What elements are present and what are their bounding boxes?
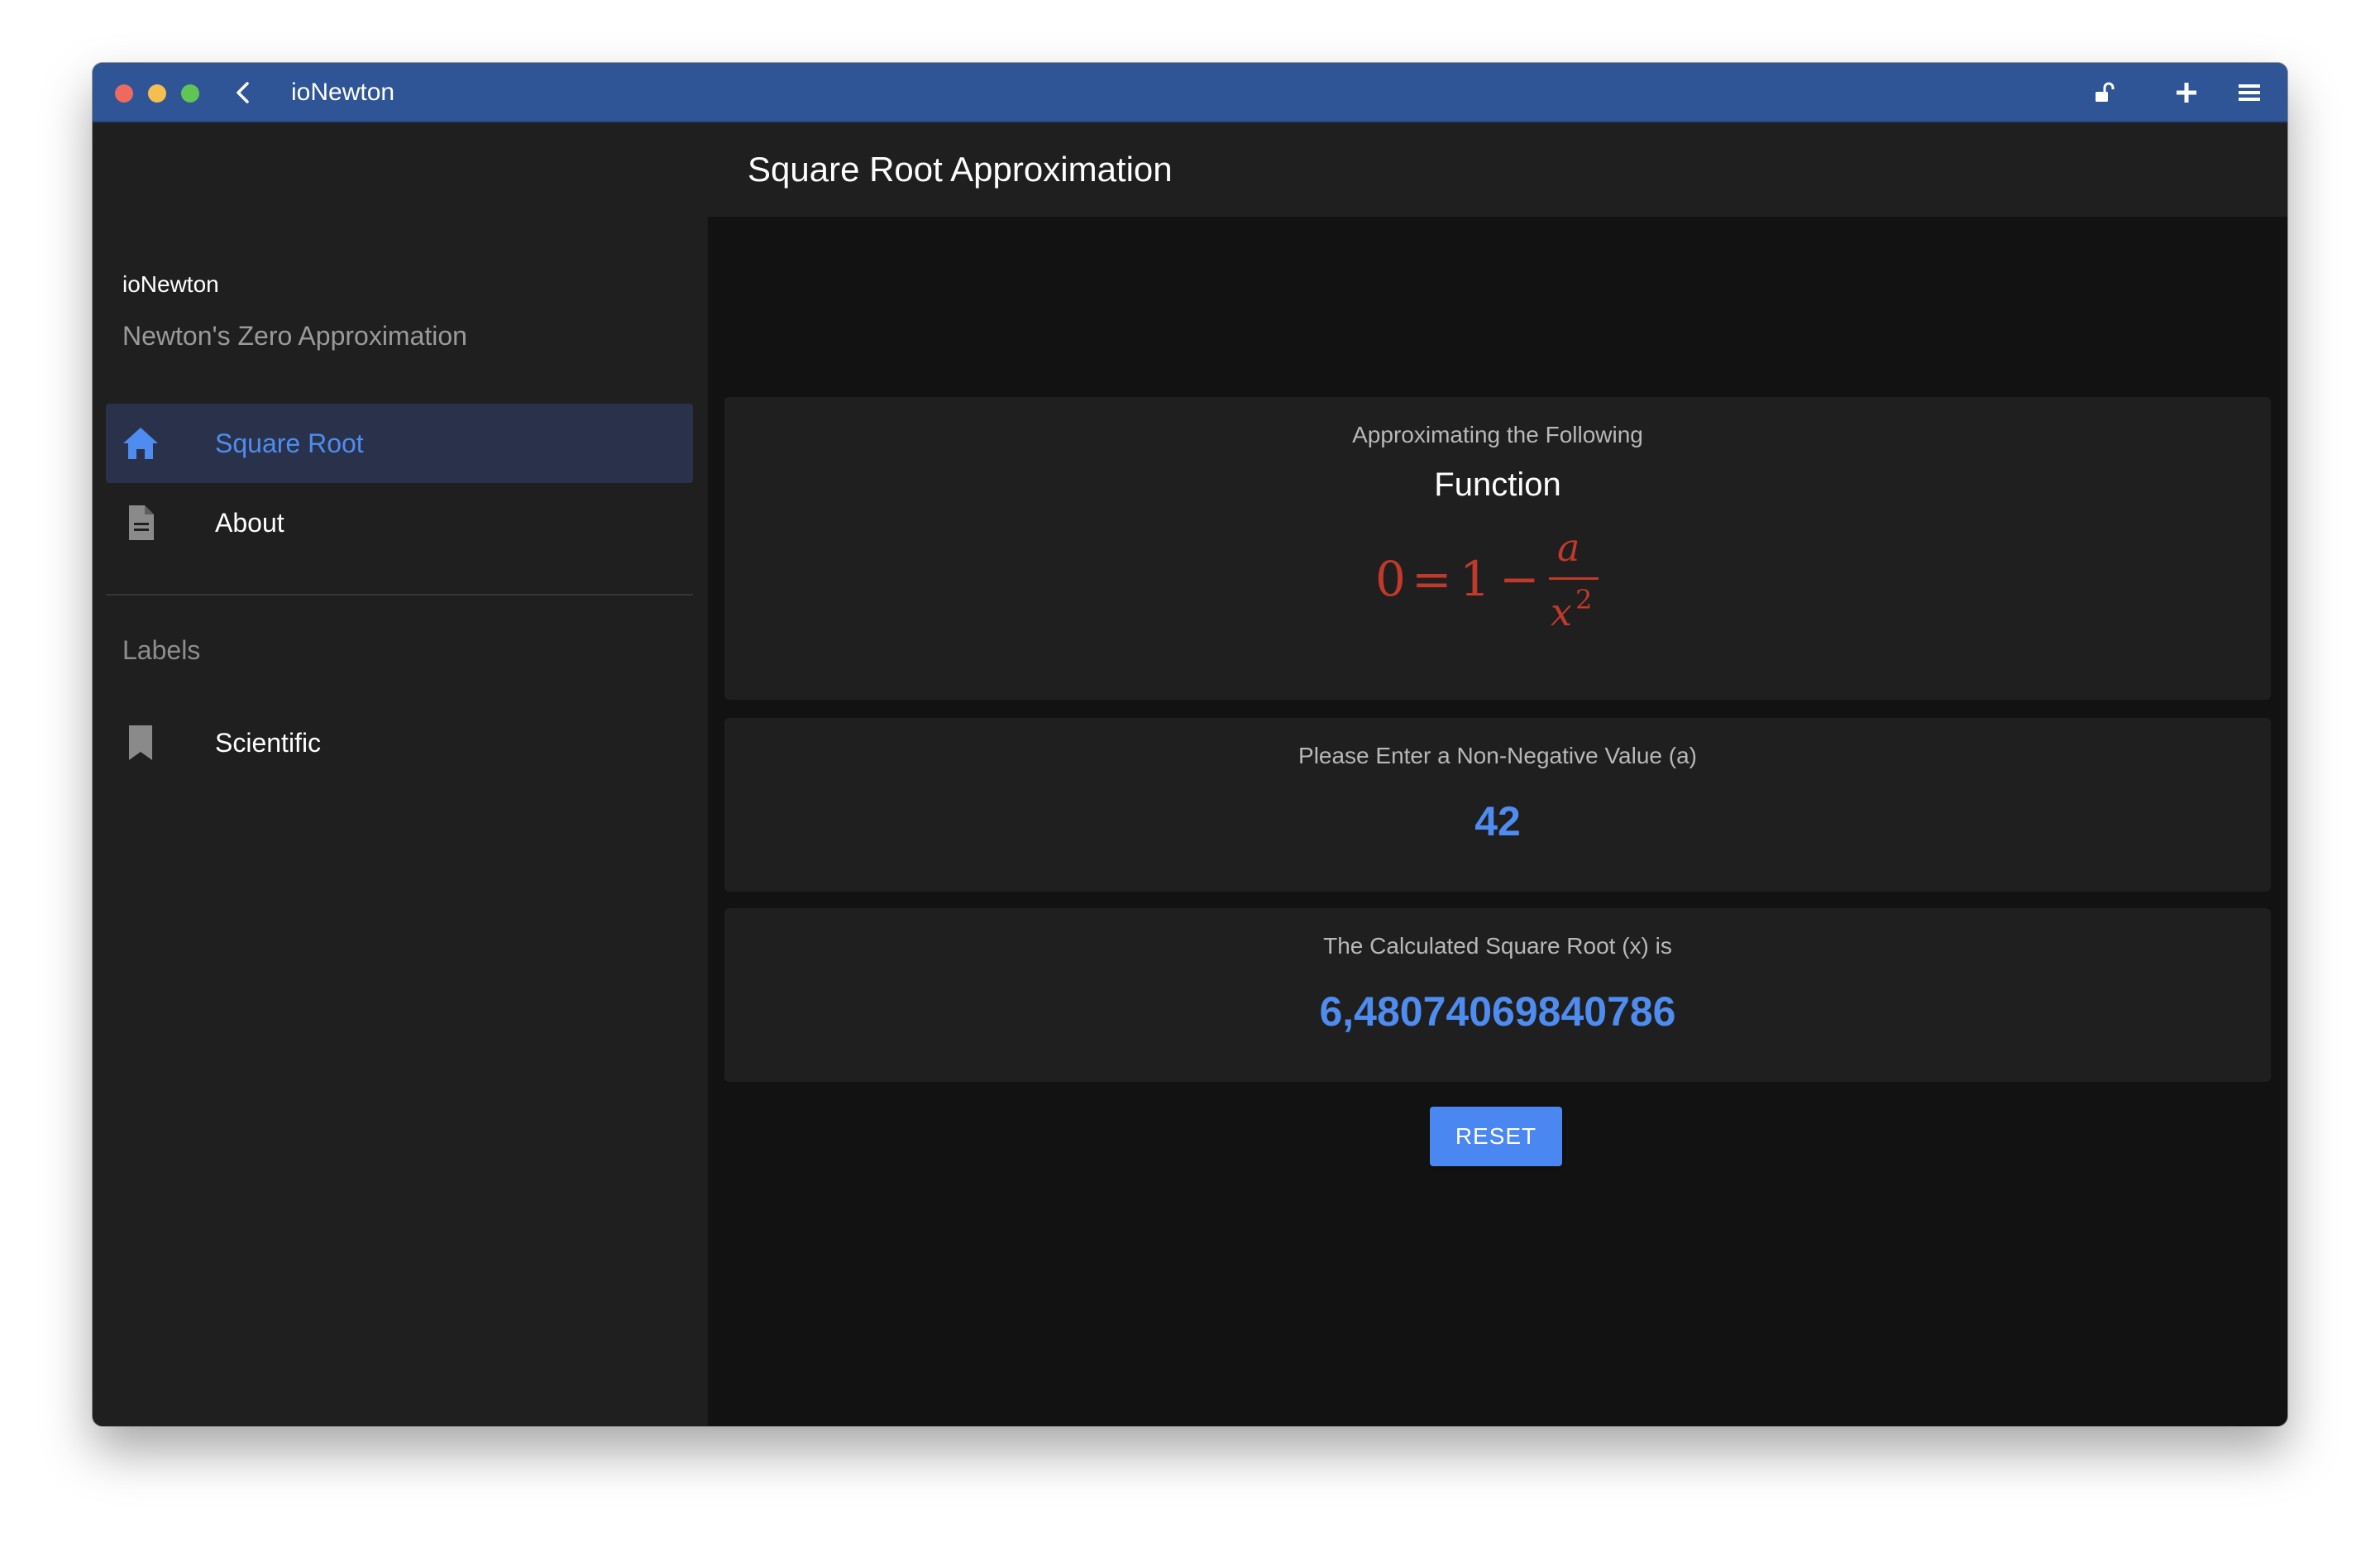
formula-denominator-exponent: 2 bbox=[1575, 584, 1592, 615]
sidebar-item-label: About bbox=[215, 508, 284, 538]
menu-icon bbox=[2239, 84, 2260, 101]
sidebar-item-label: Square Root bbox=[215, 428, 364, 458]
main-header: Square Root Approximation bbox=[708, 122, 2287, 217]
sidebar-app-name: ioNewton bbox=[122, 271, 219, 297]
value-input[interactable]: 42 bbox=[724, 797, 2271, 845]
sidebar-item-scientific[interactable]: Scientific bbox=[106, 703, 693, 782]
formula-denominator-base: x bbox=[1551, 590, 1572, 634]
input-caption: Please Enter a Non-Negative Value (a) bbox=[1298, 743, 1697, 768]
add-button[interactable] bbox=[2172, 78, 2201, 108]
plus-icon bbox=[2177, 83, 2196, 103]
formula-graphic: 0 = 1 − a x 2 bbox=[1375, 525, 1599, 634]
formula-one: 1 bbox=[1460, 551, 1490, 607]
formula-fraction-bar bbox=[1549, 577, 1599, 580]
back-chevron-icon bbox=[237, 82, 249, 103]
formula-lhs: 0 bbox=[1375, 551, 1406, 607]
result-card: The Calculated Square Root (x) is 6,4807… bbox=[724, 908, 2271, 1082]
zoom-window-button[interactable] bbox=[181, 84, 199, 103]
minimize-window-button[interactable] bbox=[148, 84, 166, 103]
sidebar-item-label: Scientific bbox=[215, 728, 322, 758]
window-title: ioNewton bbox=[291, 79, 395, 106]
function-formula: 0 = 1 − a x 2 bbox=[724, 521, 2271, 637]
function-caption: Approximating the Following bbox=[1352, 422, 1643, 447]
sidebar-section-labels: Labels bbox=[122, 635, 201, 665]
menu-button[interactable] bbox=[2234, 78, 2264, 108]
document-icon bbox=[129, 505, 154, 540]
formula-numerator: a bbox=[1557, 525, 1579, 570]
bookmark-icon bbox=[129, 725, 152, 760]
function-heading: Function bbox=[1434, 466, 1561, 503]
result-caption: The Calculated Square Root (x) is bbox=[1323, 933, 1672, 959]
title-bar: ioNewton bbox=[93, 63, 2287, 122]
function-card: Approximating the Following Function 0 =… bbox=[724, 397, 2271, 700]
page-title: Square Root Approximation bbox=[748, 150, 1173, 189]
unlock-icon bbox=[2096, 82, 2115, 102]
home-icon bbox=[123, 428, 158, 459]
formula-minus: − bbox=[1499, 551, 1540, 607]
sidebar: ioNewton Newton's Zero Approximation Squ… bbox=[93, 122, 708, 1426]
back-button[interactable] bbox=[228, 78, 258, 108]
input-card: Please Enter a Non-Negative Value (a) 42 bbox=[724, 718, 2271, 892]
reset-button[interactable]: RESET bbox=[1430, 1107, 1562, 1166]
sidebar-item-square-root[interactable]: Square Root bbox=[106, 404, 693, 483]
sidebar-subtitle: Newton's Zero Approximation bbox=[122, 321, 467, 351]
sidebar-divider bbox=[106, 594, 693, 596]
sidebar-item-about[interactable]: About bbox=[106, 483, 693, 562]
formula-equals: = bbox=[1412, 551, 1452, 607]
unlock-button[interactable] bbox=[2091, 78, 2120, 108]
close-window-button[interactable] bbox=[115, 84, 133, 103]
result-value: 6,48074069840786 bbox=[1319, 988, 1676, 1035]
